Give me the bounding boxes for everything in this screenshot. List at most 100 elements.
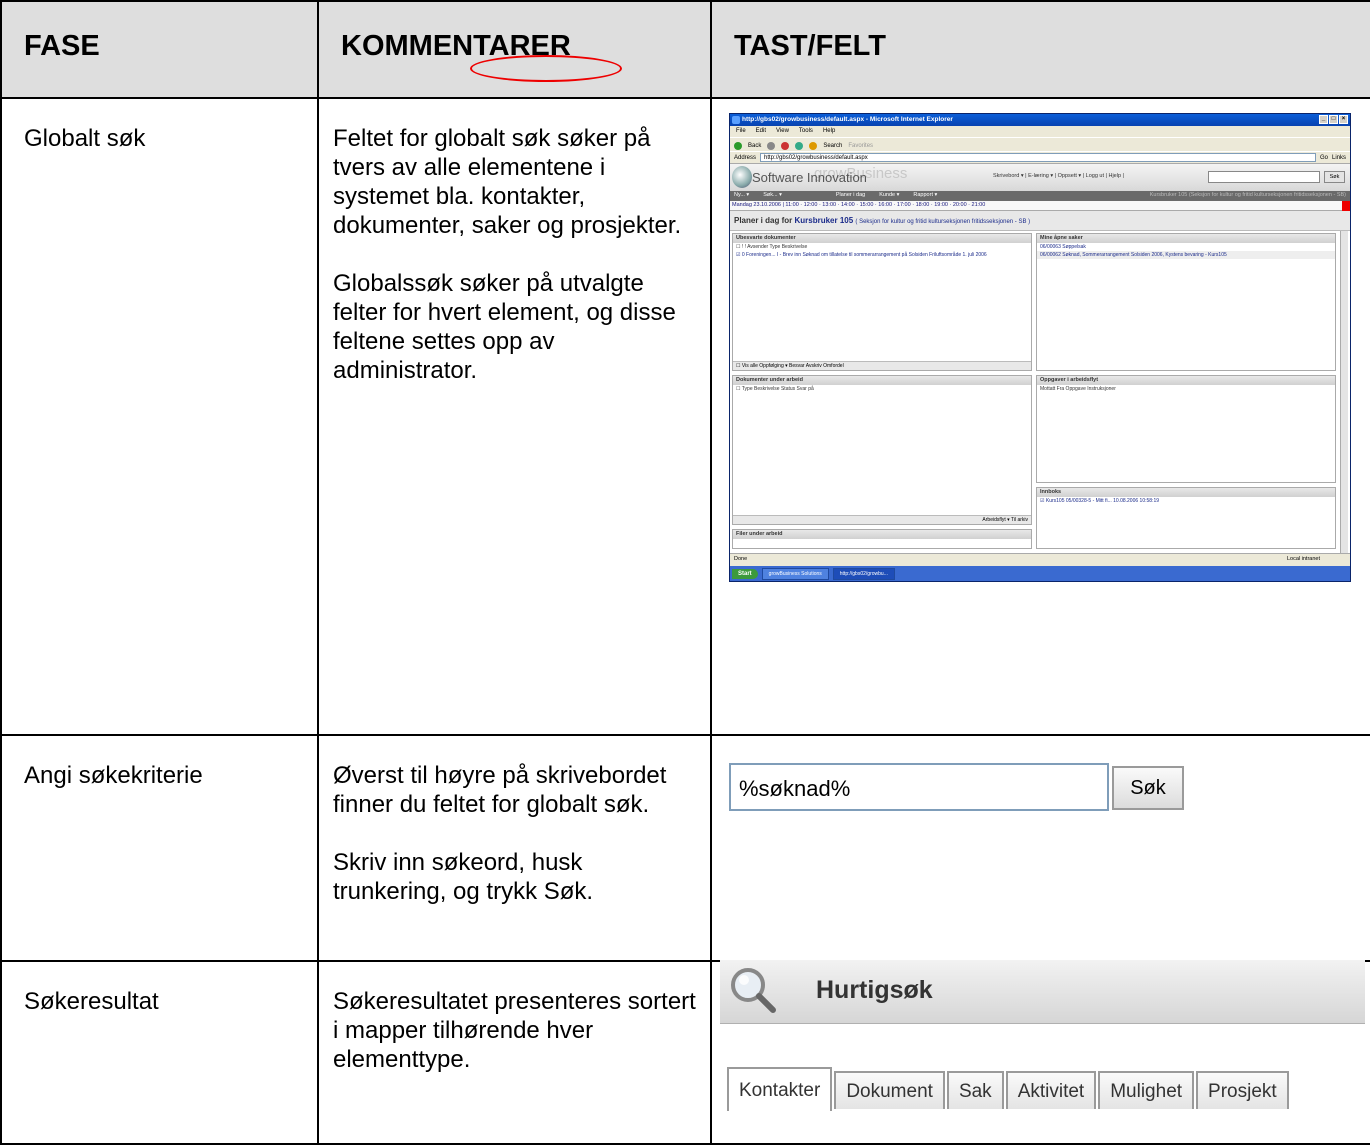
ie-toolbar: Back Search Favorites <box>730 137 1350 151</box>
global-search-button[interactable]: Søk <box>1324 171 1345 183</box>
timeline-text[interactable]: Mandag 23.10.2006 | 11:00 · 12:00 · 13:0… <box>732 202 985 208</box>
pane-title: Innboks <box>1037 488 1335 497</box>
tab-prosjekt[interactable]: Prosjekt <box>1196 1071 1289 1109</box>
header-fase: FASE <box>0 0 319 99</box>
pane-filer: Filer under arbeid <box>732 529 1032 549</box>
zone-text: Local intranet <box>1286 556 1320 562</box>
brand-text: Software Innovation <box>752 170 867 185</box>
scrollbar[interactable] <box>1340 231 1348 557</box>
pane-columns: ☐ Type Beskrivelse Status Svar på <box>736 386 814 392</box>
pane-row[interactable]: 06/00063 Søppelsak <box>1037 243 1335 251</box>
search-button[interactable]: Search <box>823 143 842 149</box>
ie-logo-icon <box>732 116 740 124</box>
pane-row[interactable]: ☑ 0 Foreningen... I - Brev inn Søknad om… <box>733 251 1031 259</box>
ie-statusbar: Done Local intranet <box>730 553 1350 565</box>
result-tabs: Kontakter Dokument Sak Aktivitet Mulighe… <box>727 1067 1289 1115</box>
menu-kunde[interactable]: Kunde ▾ <box>879 192 899 201</box>
kommentar-text: Søkeresultatet presenteres sortert i map… <box>333 988 696 1073</box>
tab-dokument[interactable]: Dokument <box>834 1071 945 1109</box>
taskbar-item-active[interactable]: http://gbs02/growbu... <box>832 568 895 580</box>
ie-address-bar: Address http://gbs02/growbusiness/defaul… <box>730 151 1350 163</box>
go-button[interactable]: Go <box>1320 155 1328 161</box>
status-text: Done <box>734 556 748 562</box>
kommentar-text: Feltet for globalt søk søker på tvers av… <box>333 125 682 239</box>
header-kommentarer: KOMMENTARER <box>317 0 712 99</box>
address-input[interactable]: http://gbs02/growbusiness/default.aspx <box>760 153 1316 162</box>
menu-sok[interactable]: Søk... ▾ <box>763 192 782 201</box>
pane-footer[interactable]: Arbeidsflyt ▾ Til arkiv <box>733 515 1031 524</box>
hurtigsok-header: Hurtigsøk <box>720 960 1365 1024</box>
app-top-nav[interactable]: Skrivebord ▾ | E-læring ▾ | Oppsett ▾ | … <box>993 173 1124 179</box>
kommentar-text: Globalssøk søker på utvalgte felter for … <box>333 270 676 384</box>
app-body: Ubesvarte dokumenter ☐ ! ! Avsender Type… <box>730 231 1350 557</box>
menu-view[interactable]: View <box>776 128 789 137</box>
menu-ny[interactable]: Ny... ▾ <box>734 192 749 201</box>
refresh-icon[interactable] <box>795 141 804 150</box>
back-icon[interactable] <box>734 141 742 150</box>
windows-taskbar: Start growBusiness Solutions http://gbs0… <box>730 566 1350 581</box>
kommentar-cell: Øverst til høyre på skrivebordet finner … <box>317 734 712 962</box>
heading-user[interactable]: Kursbruker 105 <box>794 216 853 225</box>
pane-row[interactable]: 06/00062 Søknad, Sommerarrangement Solsi… <box>1037 251 1335 259</box>
ie-titlebar: http://gbs02/growbusiness/default.aspx -… <box>730 114 1350 126</box>
taskbar-item[interactable]: growBusiness Solutions <box>761 568 829 580</box>
tab-kontakter[interactable]: Kontakter <box>727 1067 833 1111</box>
favorites-button[interactable]: Favorites <box>848 143 873 149</box>
tab-mulighet[interactable]: Mulighet <box>1098 1071 1195 1109</box>
pane-dokumenter-arbeid: Dokumenter under arbeid ☐ Type Beskrivel… <box>732 375 1032 525</box>
menu-help[interactable]: Help <box>823 128 835 137</box>
app-menubar: Ny... ▾ Søk... ▾ Planer i dag Kunde ▾ Ra… <box>730 191 1350 201</box>
app-banner: growBusiness Software Innovation Skriveb… <box>730 163 1350 191</box>
pane-title: Dokumenter under arbeid <box>733 376 1031 385</box>
tab-sak[interactable]: Sak <box>946 1071 1004 1109</box>
hurtigsok-title: Hurtigsøk <box>816 976 933 1004</box>
fase-cell: Søkeresultat <box>0 960 319 1145</box>
timeline-bar: Mandag 23.10.2006 | 11:00 · 12:00 · 13:0… <box>730 201 1350 211</box>
pane-footer[interactable]: ☐ Vis alle Oppfølging ▾ Besvar Avskriv O… <box>733 361 1031 370</box>
forward-icon[interactable] <box>767 141 776 150</box>
pane-columns: Mottatt Fra Oppgave Instruksjoner <box>1040 386 1116 392</box>
pane-row[interactable]: ☑ Kurs105 05/00328-5 - Mitt fi... 10.08.… <box>1037 497 1335 505</box>
pane-title: Filer under arbeid <box>733 530 1031 539</box>
ie-menubar: File Edit View Tools Help <box>730 126 1350 137</box>
back-button[interactable]: Back <box>748 143 761 149</box>
ie-title-text: http://gbs02/growbusiness/default.aspx -… <box>742 116 953 123</box>
global-search-input[interactable] <box>1208 171 1320 183</box>
heading-prefix: Planer i dag for <box>734 216 793 225</box>
address-label: Address <box>734 154 757 161</box>
kommentar-cell: Søkeresultatet presenteres sortert i map… <box>317 960 712 1145</box>
highlight-ring <box>470 55 622 82</box>
pane-ubesvarte: Ubesvarte dokumenter ☐ ! ! Avsender Type… <box>732 233 1032 371</box>
search-criteria-input[interactable]: %søknad% <box>729 763 1109 811</box>
pane-mine-saker: Mine åpne saker 06/00063 Søppelsak 06/00… <box>1036 233 1336 371</box>
kommentar-cell: Feltet for globalt søk søker på tvers av… <box>317 97 712 736</box>
tab-aktivitet[interactable]: Aktivitet <box>1005 1071 1097 1109</box>
menu-file[interactable]: File <box>736 128 746 137</box>
close-icon[interactable]: × <box>1339 115 1348 124</box>
window-controls: _ □ × <box>1319 115 1348 124</box>
kommentar-text: Skriv inn søkeord, husk trunkering, og t… <box>333 849 594 905</box>
user-context-text: Kursbruker 105 (Seksjon for kultur og fr… <box>1149 192 1346 198</box>
kommentar-text: Øverst til høyre på skrivebordet finner … <box>333 762 667 818</box>
timeline-marker <box>1342 201 1350 211</box>
home-icon[interactable] <box>809 141 818 150</box>
menu-planer[interactable]: Planer i dag <box>836 192 865 201</box>
pane-oppgaver: Oppgaver i arbeidsflyt Mottatt Fra Oppga… <box>1036 375 1336 483</box>
start-button[interactable]: Start <box>732 569 758 579</box>
heading-org: ( Seksjon for kultur og fritid kultursek… <box>855 219 1031 225</box>
menu-rapport[interactable]: Rapport ▾ <box>913 192 937 201</box>
menu-edit[interactable]: Edit <box>756 128 766 137</box>
magnifier-icon <box>731 968 776 1013</box>
stop-icon[interactable] <box>781 141 790 150</box>
minimize-icon[interactable]: _ <box>1319 115 1328 124</box>
pane-innboks: Innboks ☑ Kurs105 05/00328-5 - Mitt fi..… <box>1036 487 1336 549</box>
ie-window-screenshot: http://gbs02/growbusiness/default.aspx -… <box>729 113 1351 582</box>
search-button[interactable]: Søk <box>1112 766 1184 810</box>
page-heading: Planer i dag for Kursbruker 105 ( Seksjo… <box>730 211 1350 231</box>
globe-logo-icon <box>732 166 752 188</box>
pane-columns: ☐ ! ! Avsender Type Beskrivelse <box>736 244 808 250</box>
maximize-icon[interactable]: □ <box>1329 115 1338 124</box>
header-tast-felt: TAST/FELT <box>710 0 1370 99</box>
links-button[interactable]: Links <box>1332 155 1346 161</box>
menu-tools[interactable]: Tools <box>799 128 813 137</box>
